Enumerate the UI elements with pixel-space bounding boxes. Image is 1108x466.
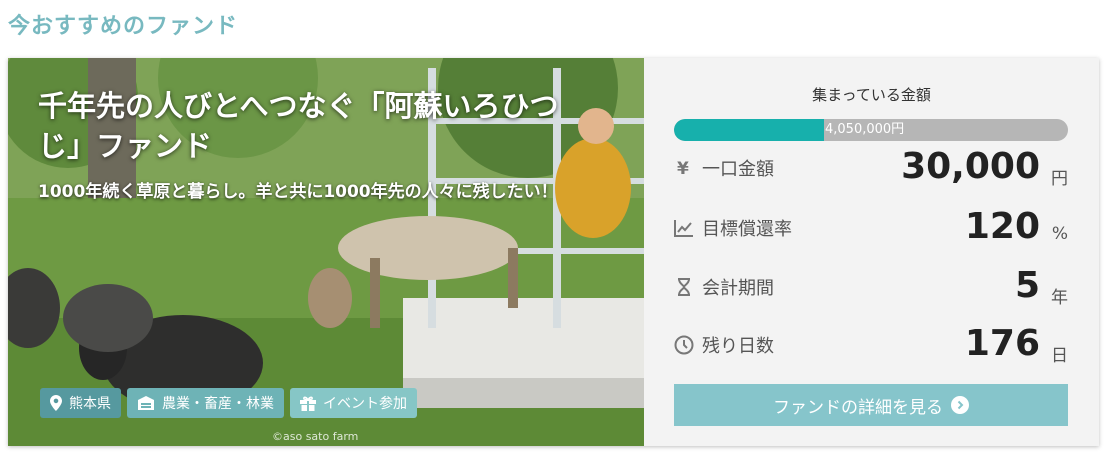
fund-detail-button[interactable]: ファンドの詳細を見る [674,384,1068,426]
return-rate-label: 目標償還率 [702,219,792,240]
gift-icon [300,396,316,411]
unit-price-value: 30,000 [901,146,1040,187]
days-left-value: 176 [964,323,1040,364]
chart-icon [674,218,694,238]
section-title: 今おすすめのファンド [8,14,239,39]
row-return-rate: 目標償還率 120 % [674,206,1068,256]
fund-card[interactable]: 千年先の人びとへつなぐ「阿蘇いろひつじ」ファンド 1000年続く草原と暮らし。羊… [8,58,1099,446]
row-unit-price: ¥ 一口金額 30,000 円 [674,146,1068,196]
unit-price-unit: 円 [1051,169,1068,189]
row-period: 会計期間 5 年 [674,265,1068,315]
fund-title[interactable]: 千年先の人びとへつなぐ「阿蘇いろひつじ」ファンド [38,86,598,166]
funding-progress-bar: 4,050,000円 [674,119,1068,141]
return-rate-unit: % [1051,224,1068,244]
fund-hero-image[interactable]: 千年先の人びとへつなぐ「阿蘇いろひつじ」ファンド 1000年続く草原と暮らし。羊… [8,58,644,446]
row-days-left: 残り日数 176 日 [674,323,1068,373]
yen-icon: ¥ [674,158,694,179]
clock-icon [674,335,694,355]
barn-icon [137,396,155,410]
tag-list: 熊本県 農業・畜産・林業 イベント参加 [40,388,417,418]
period-value: 5 [1014,265,1040,306]
chevron-right-icon [951,396,969,414]
period-label: 会計期間 [702,278,774,299]
svg-text:¥: ¥ [677,159,689,178]
hourglass-icon [674,277,694,297]
map-pin-icon [50,395,62,411]
return-rate-value: 120 [964,206,1040,247]
fund-info-panel: 集まっている金額 4,050,000円 ¥ 一口金額 30,000 円 目標償還… [644,58,1099,446]
fund-subtitle: 1000年続く草原と暮らし。羊と共に1000年先の人々に残したい！ [38,182,558,202]
unit-price-label: 一口金額 [702,159,774,180]
funding-progress-fill [674,119,824,141]
tag-region[interactable]: 熊本県 [40,388,121,418]
tag-event-label: イベント参加 [323,396,407,412]
raised-amount: 4,050,000円 [825,122,905,137]
period-unit: 年 [1051,288,1068,308]
photo-credit: ©aso sato farm [272,430,359,443]
days-left-label: 残り日数 [702,336,774,357]
days-left-unit: 日 [1051,346,1068,366]
fund-detail-button-label: ファンドの詳細を見る [773,397,943,418]
tag-category[interactable]: 農業・畜産・林業 [127,388,284,418]
tag-category-label: 農業・畜産・林業 [162,396,274,412]
raised-label: 集まっている金額 [812,86,931,104]
tag-event[interactable]: イベント参加 [290,388,417,418]
tag-region-label: 熊本県 [69,396,111,412]
